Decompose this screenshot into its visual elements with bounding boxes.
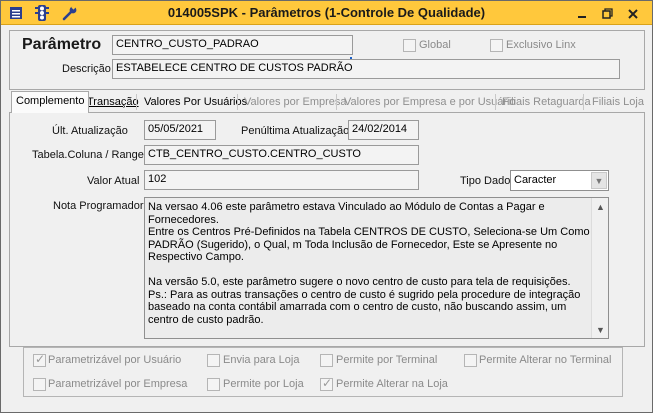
nota-line: PADRÃO (Sugerido), o Qual, m Toda Inclus… [148, 238, 558, 251]
permite-loja-checkbox[interactable] [207, 378, 220, 391]
tab-filiais-retaguarda: Filiais Retaguarda [502, 96, 591, 108]
parametrizavel-usuario-checkbox[interactable] [33, 352, 46, 367]
parametrizavel-empresa-checkbox[interactable] [33, 378, 46, 391]
parametro-field[interactable]: CENTRO_CUSTO_PADRAO [112, 35, 353, 55]
nota-scrollbar[interactable]: ▲ ▼ [591, 198, 608, 338]
nota-line: Na versao 4.06 este parâmetro estava Vin… [148, 201, 545, 213]
nota-programador-label: Nota Programador [53, 200, 144, 212]
nota-line: centro de custo padrão. [148, 313, 264, 326]
minimize-button[interactable] [573, 5, 591, 22]
exclusivo-linx-label: Exclusivo Linx [506, 39, 576, 51]
descricao-label: Descrição [62, 63, 111, 75]
nota-line [148, 264, 590, 277]
tab-filiais-loja: Filiais Loja [592, 96, 644, 108]
tipo-dado-select[interactable]: Caracter ▼ [510, 170, 609, 191]
valor-atual-field[interactable]: 102 [144, 170, 419, 190]
chevron-down-icon[interactable]: ▼ [591, 172, 607, 189]
tab-valores-por-empresa: Valores por Empresa [244, 96, 347, 108]
nota-line: Entre os Centros Pré-Definidos na Tabela… [148, 226, 590, 238]
tipo-dado-label: Tipo Dado [460, 175, 511, 187]
tab-valores-por-empresa-e-usuario: Valores por Empresa e por Usuário [344, 96, 516, 108]
nota-line: Fornecedores. [148, 213, 219, 226]
parametrizavel-usuario-label: Parametrizável por Usuário [48, 354, 182, 366]
envia-loja-checkbox[interactable] [207, 354, 220, 367]
envia-loja-label: Envia para Loja [223, 354, 300, 366]
tab-transacao[interactable]: Transação [83, 93, 143, 112]
parametro-label: Parâmetro [22, 36, 102, 53]
permite-alterar-loja-checkbox[interactable] [320, 376, 333, 391]
permite-loja-label: Permite por Loja [223, 378, 304, 390]
tab-separator [583, 94, 584, 110]
global-label: Global [419, 39, 451, 51]
ult-atualizacao-label: Últ. Atualização [52, 125, 128, 137]
permite-alterar-terminal-checkbox[interactable] [464, 354, 477, 367]
close-button[interactable] [624, 5, 642, 22]
descricao-field[interactable]: ESTABELECE CENTRO DE CUSTOS PADRÃO [112, 59, 620, 79]
nota-line: Respectivo Campo. [148, 251, 244, 263]
tab-separator [237, 94, 238, 110]
scroll-up-icon[interactable]: ▲ [592, 198, 609, 215]
nota-programador-textarea[interactable]: Na versao 4.06 este parâmetro estava Vin… [144, 197, 609, 339]
nota-line: Na versão 5.0, este parâmetro sugere o n… [148, 276, 571, 288]
tab-complemento[interactable]: Complemento [11, 91, 90, 113]
restore-button[interactable] [598, 5, 616, 22]
parameters-window: 014005SPK - Parâmetros (1-Controle De Qu… [0, 0, 653, 413]
valor-atual-label: Valor Atual [87, 175, 140, 187]
resize-grip-icon [347, 51, 353, 59]
scroll-down-icon[interactable]: ▼ [592, 321, 609, 338]
tab-separator [495, 94, 496, 110]
global-checkbox[interactable] [403, 39, 416, 52]
tab-separator [336, 94, 337, 110]
tab-valores-por-usuarios[interactable]: Valores Por Usuários [140, 93, 251, 112]
exclusivo-linx-checkbox[interactable] [490, 39, 503, 52]
title-bar: 014005SPK - Parâmetros (1-Controle De Qu… [1, 1, 652, 25]
parametrizavel-empresa-label: Parametrizável por Empresa [48, 378, 188, 390]
penultima-atualizacao-field[interactable]: 24/02/2014 [348, 120, 419, 140]
permite-alterar-terminal-label: Permite Alterar no Terminal [479, 354, 612, 366]
tab-separator [136, 94, 137, 110]
permite-terminal-checkbox[interactable] [320, 354, 333, 367]
permite-terminal-label: Permite por Terminal [336, 354, 438, 366]
nota-line: Ps.: Para as outras transações o centro … [148, 288, 581, 301]
tabela-coluna-label: Tabela.Coluna / Range [32, 149, 144, 161]
tabela-coluna-field[interactable]: CTB_CENTRO_CUSTO.CENTRO_CUSTO [144, 145, 419, 165]
tipo-dado-value: Caracter [514, 174, 557, 186]
window-title: 014005SPK - Parâmetros (1-Controle De Qu… [167, 5, 486, 20]
ult-atualizacao-field[interactable]: 05/05/2021 [144, 120, 216, 140]
penultima-atualizacao-label: Penúltima Atualização [241, 125, 350, 137]
permite-alterar-loja-label: Permite Alterar na Loja [336, 378, 448, 390]
nota-line: baseado na conta contábil amarrada com o… [148, 301, 567, 313]
